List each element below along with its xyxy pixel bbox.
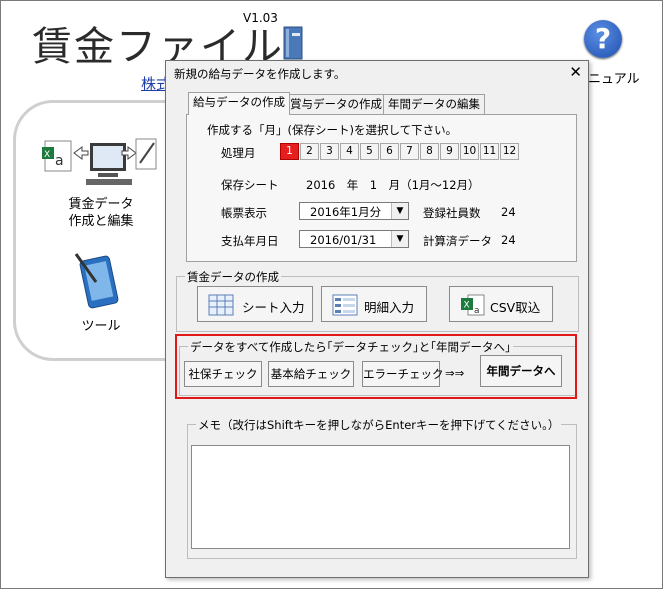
month-button-3[interactable]: 3 <box>320 143 339 160</box>
create-payroll-dialog: 新規の給与データを作成します。 ✕ 給与データの作成 賞与データの作成 年間デー… <box>165 60 589 578</box>
csv-import-button[interactable]: X a CSV取込 <box>449 286 553 322</box>
memo-textarea[interactable] <box>191 445 570 549</box>
month-button-10[interactable]: 10 <box>460 143 479 160</box>
calculated-count: 24 <box>501 233 516 247</box>
tablet-pen-icon[interactable] <box>74 252 122 310</box>
month-button-2[interactable]: 2 <box>300 143 319 160</box>
form-list-icon <box>332 294 358 316</box>
tile-tools-label: ツール <box>81 319 121 334</box>
dialog-title: 新規の給与データを作成します。 <box>174 67 346 81</box>
wage-data-group: 賃金データの作成 シート入力 明細入力 X a CSV取込 <box>176 269 579 332</box>
form-display-select[interactable]: 2016年1月分 ▼ <box>299 202 409 220</box>
save-sheet-value: 2016 年 1 月（1月〜12月） <box>306 178 480 192</box>
month-button-5[interactable]: 5 <box>360 143 379 160</box>
svg-text:a: a <box>55 153 64 169</box>
manual-link[interactable]: ニュアル <box>588 68 640 87</box>
tab-bonus-create[interactable]: 賞与データの作成 <box>285 94 387 114</box>
registered-label: 登録社員数 <box>423 206 481 220</box>
version-label: V1.03 <box>243 11 278 25</box>
wage-group-label: 賃金データの作成 <box>185 269 281 285</box>
month-button-11[interactable]: 11 <box>480 143 499 160</box>
month-button-7[interactable]: 7 <box>400 143 419 160</box>
tab-annual-edit[interactable]: 年間データの編集 <box>383 94 485 114</box>
save-sheet-label: 保存シート <box>221 178 279 192</box>
pay-date-label: 支払年月日 <box>221 234 279 248</box>
tile-wage-data-label: 賃金データ 作成と編集 <box>68 197 134 229</box>
spreadsheet-icon <box>208 294 234 316</box>
excel-csv-icon: X a <box>461 294 485 316</box>
book-icon <box>283 26 303 60</box>
form-display-label: 帳票表示 <box>221 206 267 220</box>
chevron-down-icon[interactable]: ▼ <box>391 231 408 247</box>
memo-group: メモ（改行はShiftキーを押しながらEnterキーを押下げてください。） <box>187 417 577 559</box>
help-icon[interactable]: ? <box>584 20 622 58</box>
memo-label: メモ（改行はShiftキーを押しながらEnterキーを押下げてください。） <box>196 417 562 433</box>
detail-input-button[interactable]: 明細入力 <box>321 286 427 322</box>
calculated-label: 計算済データ <box>423 234 492 248</box>
pay-date-select[interactable]: 2016/01/31 ▼ <box>299 230 409 248</box>
sheet-input-button[interactable]: シート入力 <box>197 286 313 322</box>
month-button-12[interactable]: 12 <box>500 143 519 160</box>
close-icon[interactable]: ✕ <box>569 63 582 81</box>
month-button-8[interactable]: 8 <box>420 143 439 160</box>
pc-excel-icon[interactable]: X a <box>40 133 160 191</box>
highlight-box <box>175 334 577 399</box>
svg-text:X: X <box>464 301 470 311</box>
payroll-tab-panel: 作成する「月」(保存シート)を選択して下さい。 処理月 1 2 3 4 5 6 … <box>186 114 577 262</box>
svg-text:X: X <box>44 150 50 160</box>
month-button-9[interactable]: 9 <box>440 143 459 160</box>
month-button-4[interactable]: 4 <box>340 143 359 160</box>
tab-payroll-create[interactable]: 給与データの作成 <box>188 92 290 115</box>
month-button-1[interactable]: 1 <box>280 143 299 160</box>
month-button-6[interactable]: 6 <box>380 143 399 160</box>
chevron-down-icon[interactable]: ▼ <box>391 203 408 219</box>
svg-text:a: a <box>474 306 480 316</box>
instruction-text: 作成する「月」(保存シート)を選択して下さい。 <box>207 123 458 137</box>
registered-count: 24 <box>501 205 516 219</box>
month-label: 処理月 <box>221 146 256 160</box>
